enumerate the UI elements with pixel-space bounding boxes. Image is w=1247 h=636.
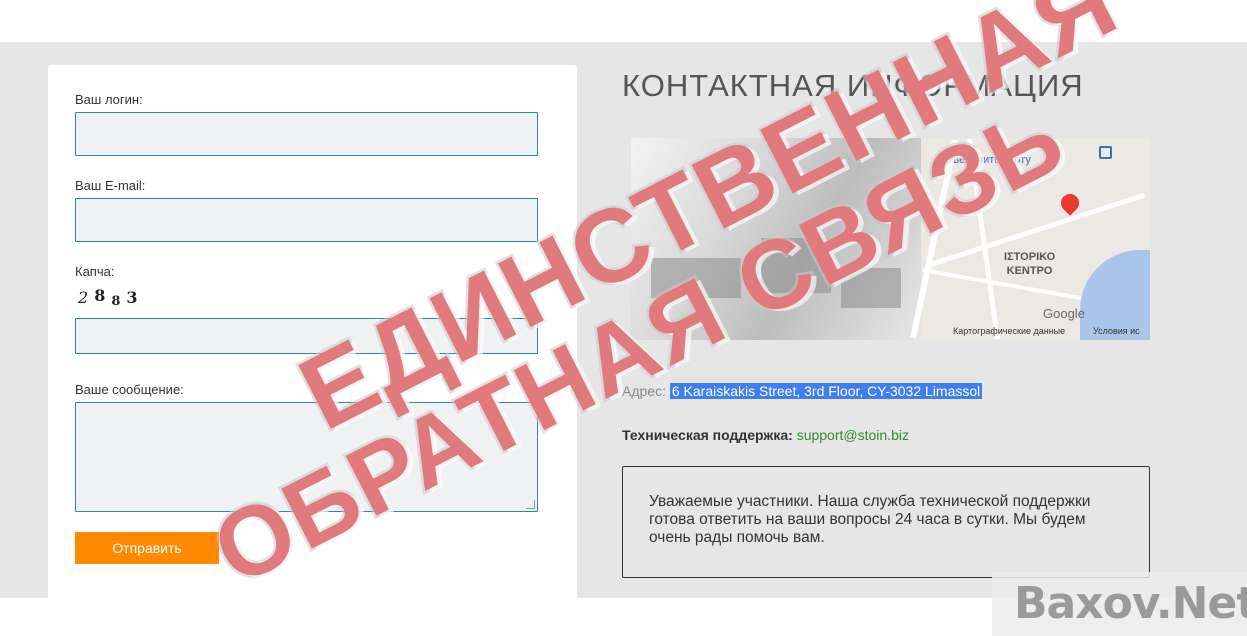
- login-input[interactable]: [75, 112, 538, 156]
- captcha-char: 3: [126, 288, 144, 307]
- contact-title: КОНТАКТНАЯ ИНФОРМАЦИЯ: [622, 68, 1084, 103]
- email-label: Ваш E-mail:: [75, 178, 146, 193]
- district-line: ΚΕΝΤΡΟ: [1006, 265, 1053, 277]
- support-label: Техническая поддержка:: [622, 427, 793, 443]
- support-notice-text: Уважаемые участники. Наша служба техниче…: [649, 493, 1091, 546]
- map-district-label: ΙΣΤΟΡΙΚΟ ΚΕΝΤΡΟ: [1004, 250, 1055, 278]
- support-line: Техническая поддержка: support@stoin.biz: [622, 427, 909, 443]
- map-tiles: [910, 138, 1150, 340]
- office-photo: [631, 138, 921, 340]
- captcha-image: 2883: [78, 286, 144, 309]
- login-label: Ваш логин:: [75, 92, 143, 107]
- site-watermark: Baxov.Net: [992, 572, 1247, 636]
- captcha-char: 8: [111, 294, 127, 309]
- address-label: Адрес:: [622, 383, 666, 399]
- enlarge-map-link[interactable]: Увеличить карту: [947, 154, 1031, 166]
- message-label: Ваше сообщение:: [75, 382, 184, 397]
- captcha-char: 2: [78, 288, 95, 307]
- support-notice-box: Уважаемые участники. Наша служба техниче…: [622, 466, 1150, 578]
- email-input[interactable]: [75, 198, 538, 242]
- captcha-char: 8: [94, 286, 112, 305]
- support-email-link[interactable]: support@stoin.biz: [797, 427, 909, 443]
- message-textarea[interactable]: [75, 402, 538, 512]
- captcha-input[interactable]: [75, 318, 538, 354]
- resize-grip-icon[interactable]: [526, 500, 535, 509]
- google-logo: Google: [1043, 306, 1085, 321]
- address-line: Адрес: 6 Karaiskakis Street, 3rd Floor, …: [622, 383, 983, 399]
- captcha-label: Капча:: [75, 264, 115, 279]
- map-embed[interactable]: Увеличить карту ΙΣΤΟΡΙΚΟ ΚΕΝΤΡΟ Google К…: [631, 138, 1150, 340]
- map-terms-link[interactable]: Условия ис: [1093, 326, 1140, 336]
- fullscreen-icon[interactable]: [1099, 146, 1112, 159]
- map-data-link[interactable]: Картографические данные: [953, 326, 1065, 336]
- district-line: ΙΣΤΟΡΙΚΟ: [1004, 251, 1056, 263]
- submit-button[interactable]: Отправить: [75, 532, 219, 564]
- watermark-text: Baxov.Net: [1014, 578, 1247, 629]
- address-value: 6 Karaiskakis Street, 3rd Floor, CY-3032…: [669, 383, 983, 399]
